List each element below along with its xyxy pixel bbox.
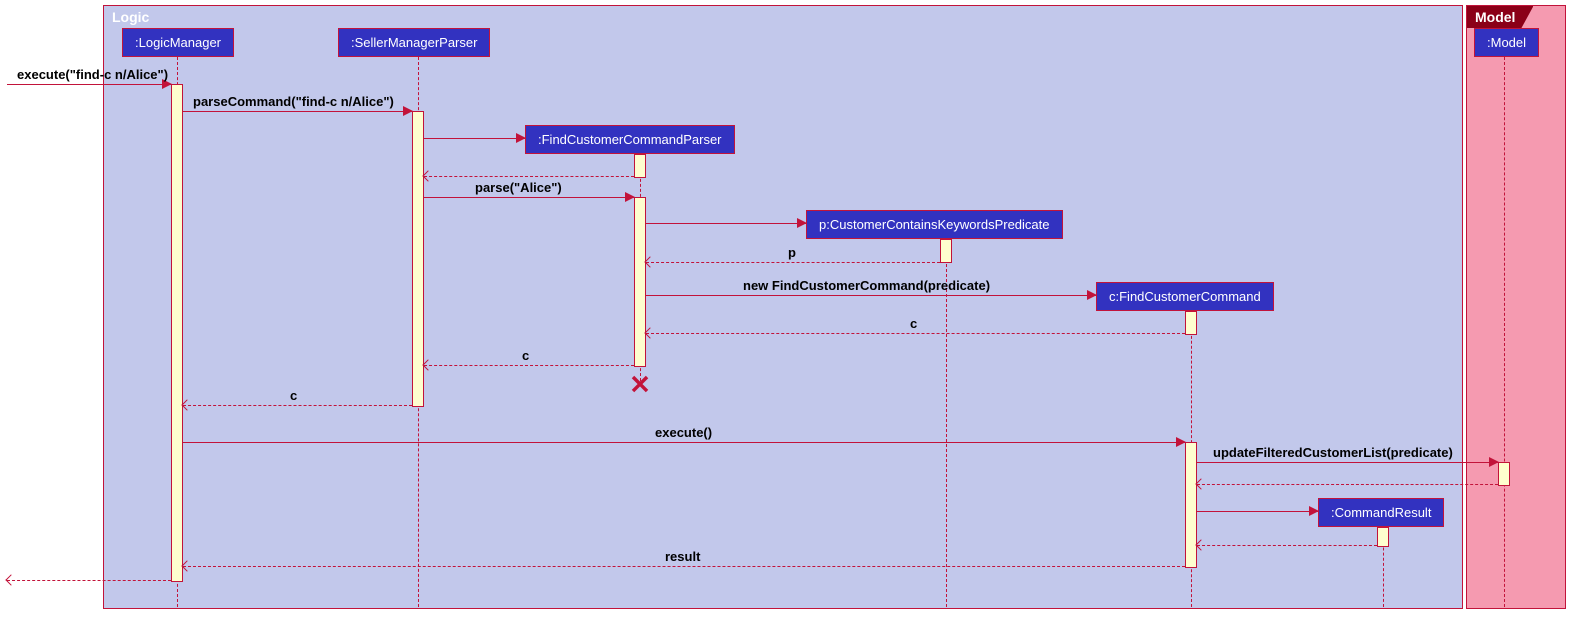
msg-result [183, 566, 1185, 567]
label-parse: parse("Alice") [475, 180, 562, 195]
label-p: p [788, 245, 796, 260]
destroy-fccp [629, 370, 651, 401]
activation-fccp-1 [634, 154, 646, 178]
msg-return-fccp [424, 176, 634, 177]
activation-fccp-2 [634, 197, 646, 367]
msg-create-predicate [646, 223, 806, 224]
activation-seller-manager-parser [412, 111, 424, 407]
arrow-execute [1176, 437, 1186, 447]
msg-return-c1 [646, 333, 1185, 334]
logic-frame-label: Logic [104, 6, 167, 28]
label-c1: c [910, 316, 917, 331]
participant-model: :Model [1474, 28, 1539, 57]
activation-predicate [940, 239, 952, 263]
msg-parse [424, 197, 634, 198]
arrow-create-fccp [516, 133, 526, 143]
msg-return-model [1197, 484, 1498, 485]
arrow-parse-command [403, 106, 413, 116]
model-frame-label: Model [1467, 6, 1533, 28]
msg-return-p [646, 262, 940, 263]
lifeline-model [1504, 57, 1505, 607]
activation-fcc-1 [1185, 311, 1197, 335]
arrow-create-predicate [797, 218, 807, 228]
arrow-create-command-result [1309, 506, 1319, 516]
label-c2: c [522, 348, 529, 363]
participant-seller-manager-parser: :SellerManagerParser [338, 28, 490, 57]
activation-model [1498, 462, 1510, 486]
activation-fcc-2 [1185, 442, 1197, 568]
arrow-new-fcc [1087, 290, 1097, 300]
msg-create-command-result [1197, 511, 1318, 512]
label-c3: c [290, 388, 297, 403]
participant-command-result: :CommandResult [1318, 498, 1444, 527]
label-new-fcc: new FindCustomerCommand(predicate) [743, 278, 990, 293]
msg-parse-command [183, 111, 412, 112]
msg-execute-in [7, 84, 171, 85]
participant-find-customer-command-parser: :FindCustomerCommandParser [525, 125, 735, 154]
model-frame: Model [1466, 5, 1566, 609]
msg-new-fcc [646, 295, 1096, 296]
msg-execute [183, 442, 1185, 443]
msg-update-filtered [1197, 462, 1498, 463]
arrow-parse [625, 192, 635, 202]
msg-return-c2 [424, 365, 634, 366]
arrow-return-out [5, 574, 16, 585]
activation-logic-manager [171, 84, 183, 582]
label-parse-command: parseCommand("find-c n/Alice") [193, 94, 394, 109]
label-execute-in: execute("find-c n/Alice") [17, 67, 168, 82]
activation-command-result [1377, 527, 1389, 547]
arrow-update-filtered [1489, 457, 1499, 467]
label-execute: execute() [655, 425, 712, 440]
msg-create-fccp [424, 138, 525, 139]
msg-return-command-result [1197, 545, 1377, 546]
label-update-filtered: updateFilteredCustomerList(predicate) [1213, 445, 1453, 460]
participant-find-customer-command: c:FindCustomerCommand [1096, 282, 1274, 311]
msg-return-out [7, 580, 171, 581]
label-result: result [665, 549, 700, 564]
participant-logic-manager: :LogicManager [122, 28, 234, 57]
msg-return-c3 [183, 405, 412, 406]
participant-customer-contains-keywords-predicate: p:CustomerContainsKeywordsPredicate [806, 210, 1063, 239]
